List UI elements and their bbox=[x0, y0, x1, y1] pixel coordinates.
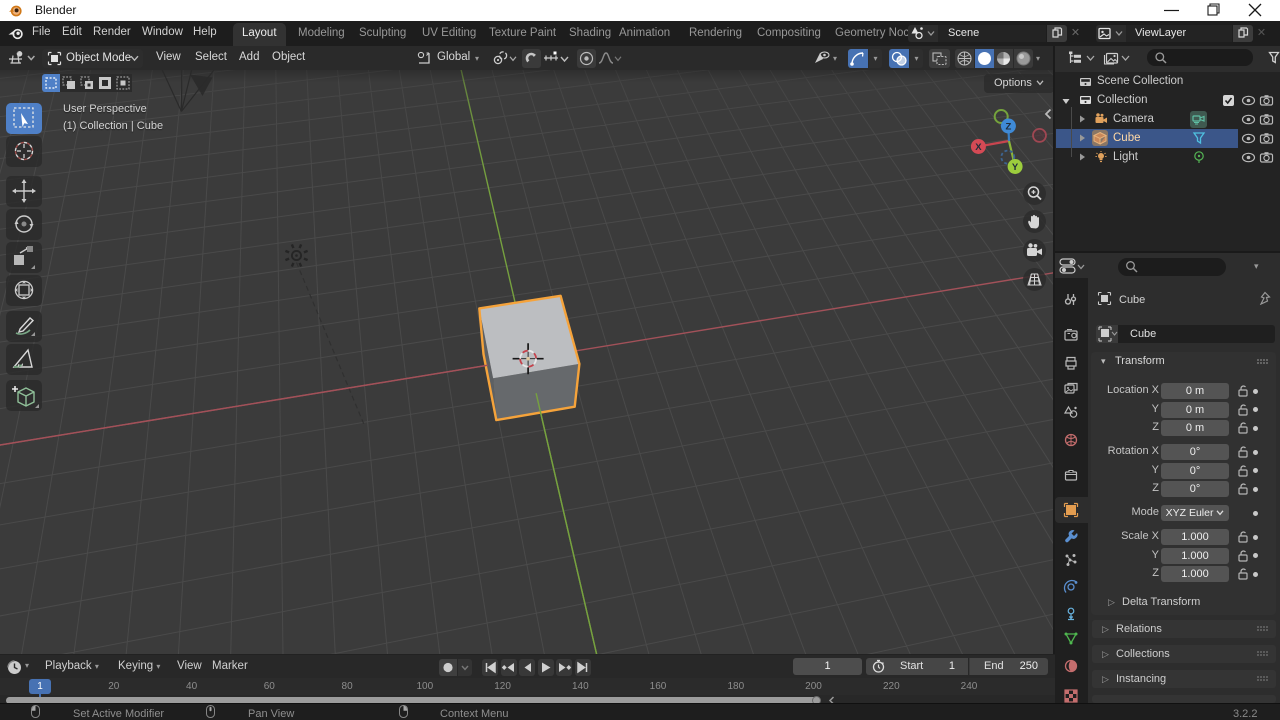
svg-text:X: X bbox=[975, 142, 982, 153]
svg-text:Z: Z bbox=[1005, 122, 1011, 133]
svg-text:Y: Y bbox=[1012, 162, 1019, 173]
